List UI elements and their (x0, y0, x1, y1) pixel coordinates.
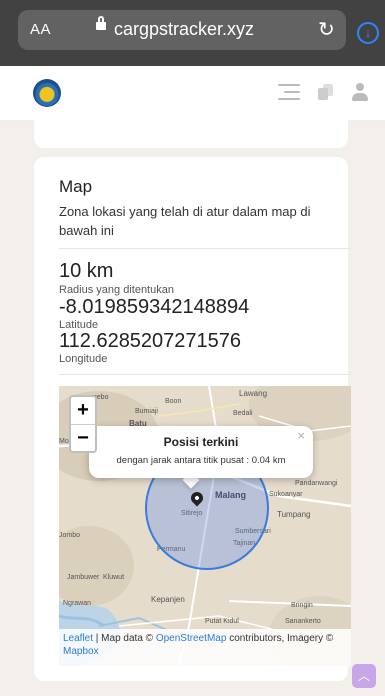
divider (59, 374, 351, 375)
map-label: Jombo (59, 532, 81, 539)
attribution-text: | Map data © (93, 633, 156, 644)
map-label: Kluwut (103, 574, 125, 581)
lock-icon (96, 16, 106, 30)
longitude-label: Longitude (59, 353, 108, 365)
url-text[interactable]: cargpstracker.xyz (96, 16, 254, 40)
download-icon[interactable]: ↓ (357, 22, 379, 44)
text-size-button[interactable]: AA (30, 21, 51, 38)
scroll-top-button[interactable]: ︿ (352, 664, 376, 688)
map-label: Pandanwangi (295, 480, 338, 487)
location-map[interactable]: Boon Lawang Bumiaji Bedali Batu Malang P… (59, 386, 351, 666)
map-label: Lawang (239, 389, 268, 398)
radius-value: 10 km (59, 260, 114, 282)
mapbox-link[interactable]: Mapbox (63, 646, 99, 657)
radius-label: Radius yang ditentukan (59, 284, 174, 296)
map-label: Bedali (233, 410, 253, 417)
map-label: Boon (165, 398, 182, 405)
zoom-out-button[interactable]: − (71, 425, 95, 451)
reload-icon[interactable]: ↻ (318, 17, 335, 42)
popup-text: dengan jarak antara titik pusat : 0.04 k… (116, 455, 286, 466)
popup-title: Posisi terkini (163, 435, 239, 449)
previous-card-bottom (34, 120, 348, 148)
chevron-up-icon: ︿ (357, 669, 370, 683)
map-attribution: Leaflet | Map data © OpenStreetMap contr… (59, 629, 351, 666)
user-icon[interactable] (352, 82, 368, 102)
app-header (0, 66, 385, 121)
map-label: Tumpang (277, 510, 311, 519)
map-label: Bringin (291, 602, 313, 609)
map-card: Map Zona lokasi yang telah di atur dalam… (34, 157, 351, 681)
map-label: Ngrawan (63, 600, 92, 607)
map-label: Jambuwer (67, 574, 100, 581)
map-label: Kepanjen (151, 595, 185, 604)
institution-logo[interactable] (33, 79, 61, 107)
address-field[interactable]: AA cargpstracker.xyz ↻ (18, 10, 346, 50)
longitude-value: 112.6285207271576 (59, 330, 242, 352)
card-title: Map (59, 177, 93, 196)
latitude-value: -8.019859342148894 (59, 296, 250, 318)
divider (59, 248, 351, 249)
zoom-control: + − (69, 395, 97, 453)
attribution-text: contributors, Imagery © (226, 633, 334, 644)
menu-icon[interactable] (278, 82, 300, 102)
map-label: Sanankerto (285, 618, 321, 625)
current-position-popup: × Posisi terkini dengan jarak antara tit… (89, 426, 313, 478)
browser-url-bar: AA cargpstracker.xyz ↻ ↓ (0, 0, 385, 66)
openstreetmap-link[interactable]: OpenStreetMap (156, 633, 227, 644)
leaflet-link[interactable]: Leaflet (63, 633, 93, 644)
map-label: Sukoanyar (269, 491, 303, 498)
map-label: Putat Kidul (205, 618, 239, 625)
card-description: Zona lokasi yang telah di atur dalam map… (59, 204, 311, 238)
zoom-in-button[interactable]: + (71, 397, 95, 423)
map-label: Bumiaji (135, 408, 158, 415)
copy-icon[interactable] (318, 82, 334, 102)
